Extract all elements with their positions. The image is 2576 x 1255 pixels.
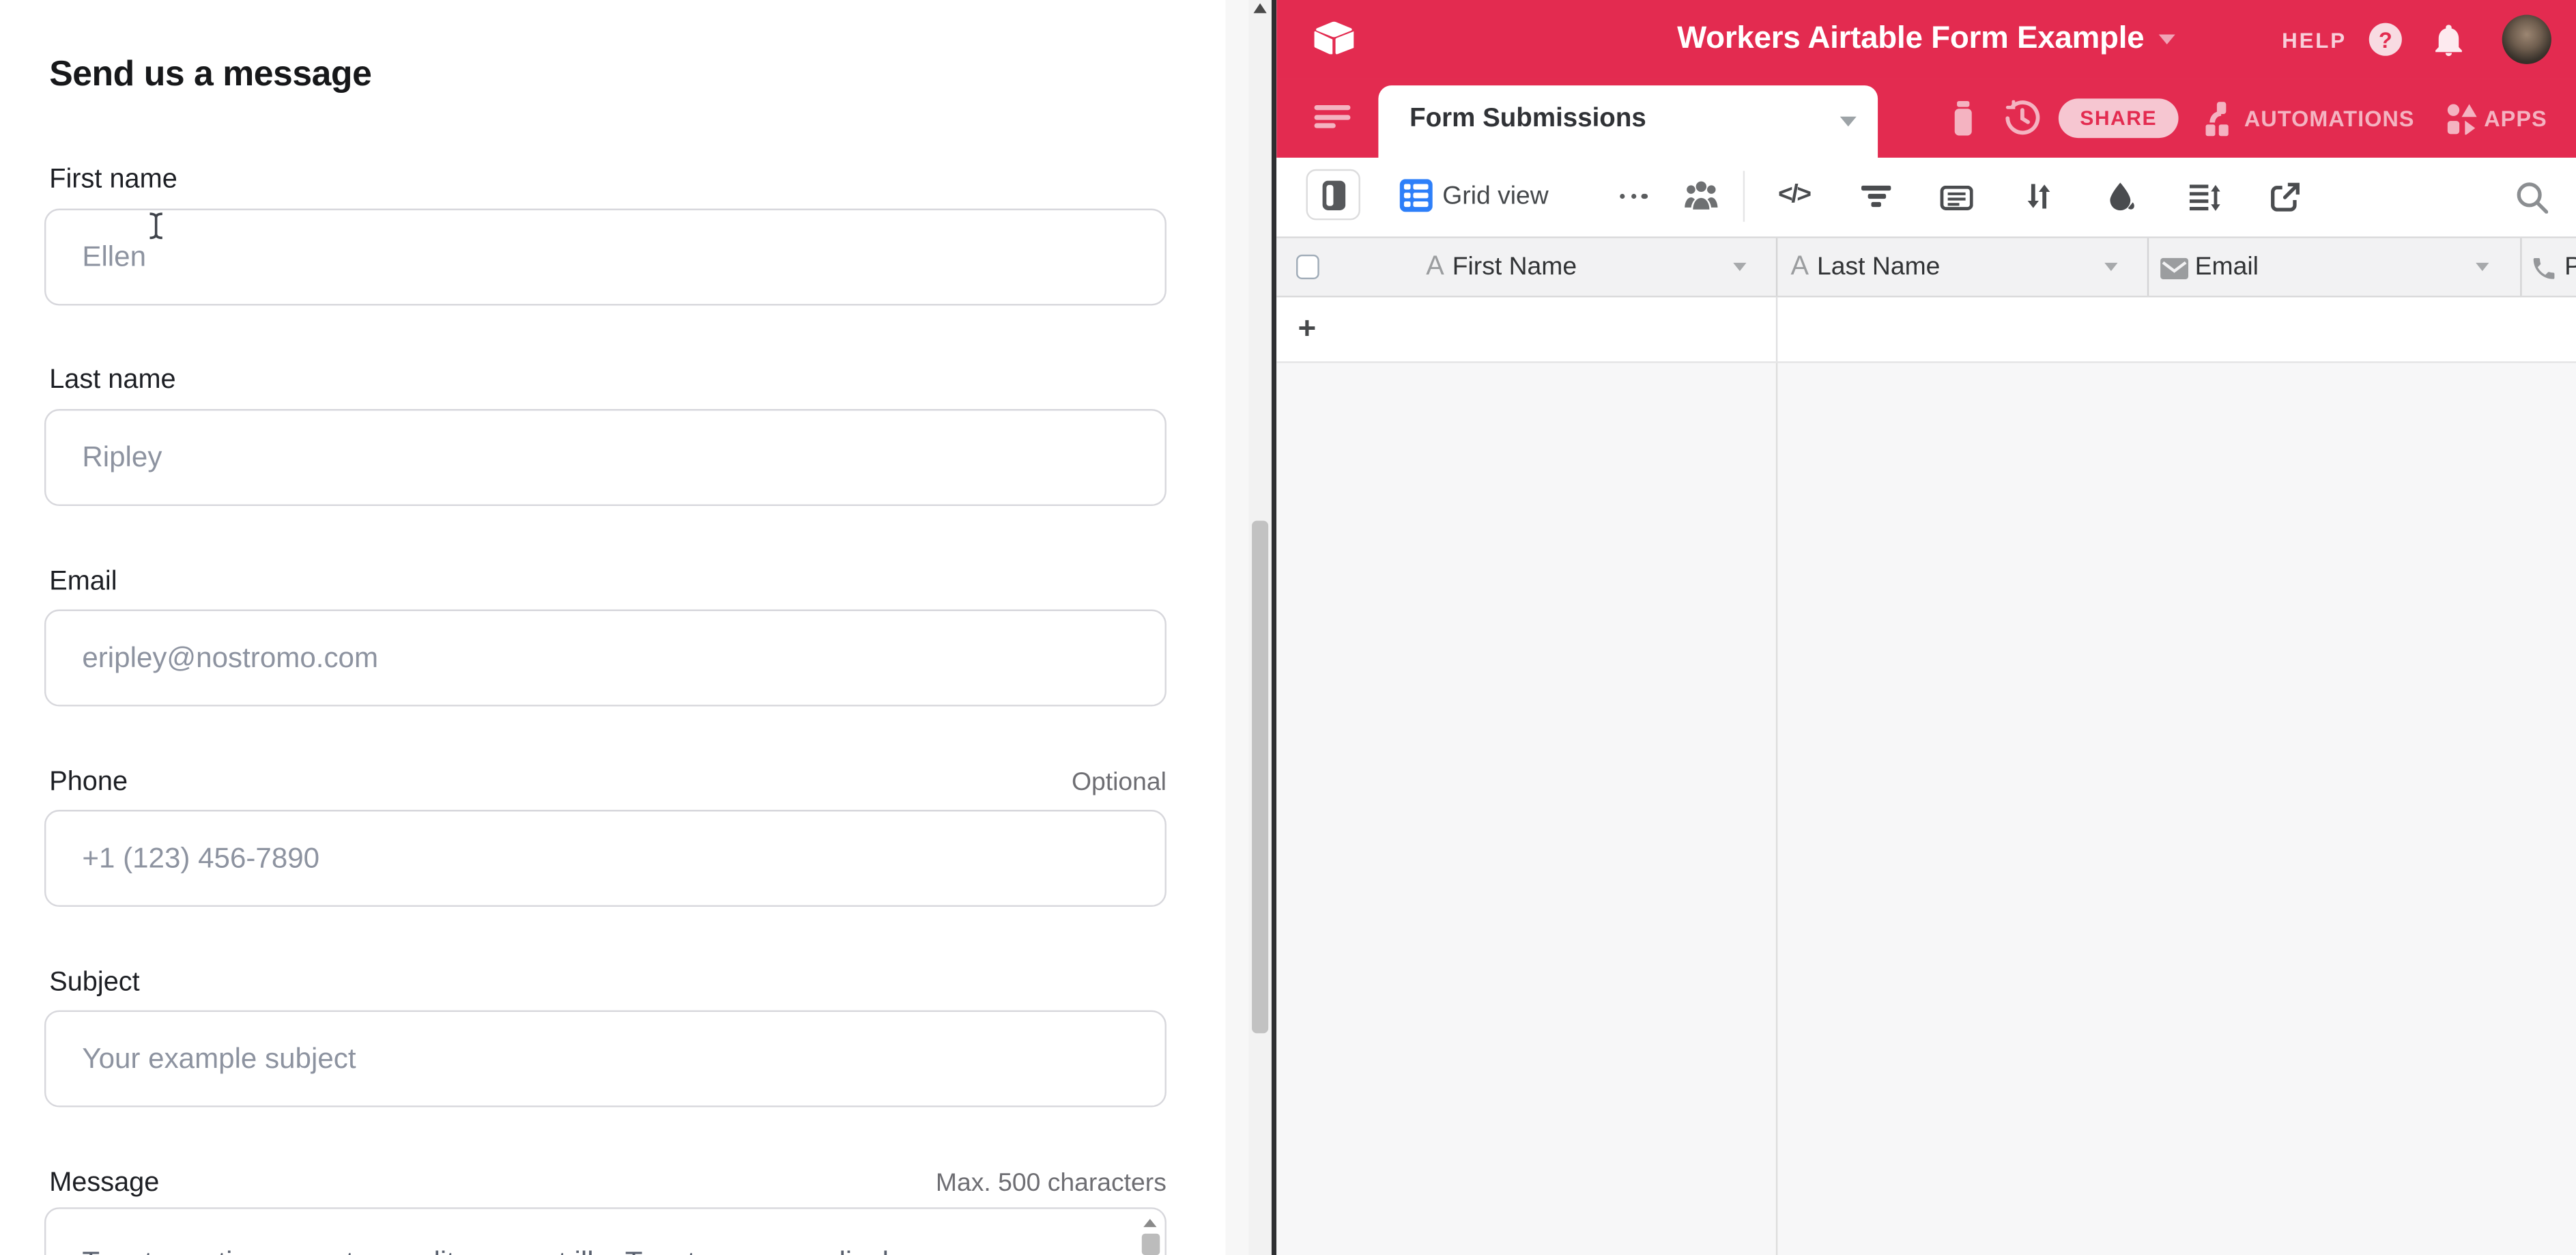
toolbar-divider [1743, 171, 1745, 222]
table-tab-form-submissions[interactable]: Form Submissions [1378, 85, 1878, 158]
views-sidebar-toggle-button[interactable] [1306, 169, 1360, 221]
notifications-bell-icon[interactable] [2431, 20, 2466, 58]
apps-icon[interactable] [2446, 102, 2478, 134]
page-scroll-up-icon[interactable] [1253, 3, 1266, 13]
filter-icon[interactable] [1861, 185, 1891, 207]
phone-label: Phone [49, 767, 128, 799]
page-scrollbar-thumb[interactable] [1251, 521, 1268, 1034]
column-name: P [2564, 253, 2576, 282]
textarea-scroll-thumb[interactable] [1142, 1234, 1160, 1255]
search-icon[interactable] [2515, 180, 2548, 212]
column-name: Last Name [1817, 253, 1940, 282]
message-textarea[interactable]: Tenetur optio quaerat expedita vero et i… [44, 1207, 1167, 1255]
user-avatar[interactable] [2502, 15, 2551, 64]
column-caret-icon[interactable] [2104, 263, 2117, 271]
email-label: Email [49, 567, 117, 598]
automations-robot-icon[interactable] [2205, 101, 2237, 136]
text-field-type-icon: A [1791, 251, 1809, 282]
last-name-input[interactable] [44, 409, 1167, 506]
grid-header-row: A First Name A Last Name Email [1276, 236, 2576, 297]
contact-form-pane: Send us a message First name Last name E… [0, 0, 1226, 1255]
airtable-topbar: Workers Airtable Form Example HELP ? [1276, 0, 2576, 79]
message-max-helper: Max. 500 characters [936, 1170, 1167, 1199]
screen: Send us a message First name Last name E… [0, 0, 2576, 1255]
automations-button[interactable]: AUTOMATIONS [2244, 107, 2415, 131]
phone-optional-helper: Optional [1072, 769, 1167, 798]
add-record-row[interactable]: + [1276, 297, 2576, 363]
view-toolbar: Grid view </> [1276, 158, 2576, 236]
message-label: Message [49, 1168, 159, 1200]
first-name-input[interactable] [44, 209, 1167, 306]
history-icon[interactable] [2004, 100, 2040, 137]
last-name-label: Last name [49, 365, 175, 396]
column-name: First Name [1452, 253, 1577, 282]
frozen-column-separator [1776, 363, 1777, 1255]
share-button[interactable]: SHARE [2059, 98, 2179, 138]
table-tab-label: Form Submissions [1409, 104, 1646, 134]
frozen-column-separator [1776, 297, 1777, 361]
column-caret-icon[interactable] [2476, 263, 2489, 271]
hide-fields-icon[interactable]: </> [1768, 181, 1820, 210]
select-all-checkbox[interactable] [1296, 254, 1318, 279]
column-name: Email [2195, 253, 2259, 282]
subject-label: Subject [49, 968, 139, 999]
window-divider[interactable] [1271, 0, 1276, 1255]
color-icon[interactable] [2106, 181, 2138, 212]
airtable-pane: Workers Airtable Form Example HELP ? For… [1276, 0, 2576, 1255]
base-title-text[interactable]: Workers Airtable Form Example [1677, 20, 2144, 55]
collaborators-icon[interactable] [1684, 179, 1719, 212]
view-name-label[interactable]: Grid view [1442, 182, 1549, 211]
add-record-plus-icon[interactable]: + [1298, 297, 1316, 361]
share-view-icon[interactable] [2270, 182, 2300, 211]
phone-input[interactable] [44, 810, 1167, 907]
apps-button[interactable]: APPS [2484, 107, 2547, 131]
column-separator [2147, 238, 2149, 296]
column-caret-icon[interactable] [1733, 263, 1746, 271]
page-gutter [1226, 0, 1249, 1255]
phone-field-type-icon [2530, 254, 2558, 282]
airtable-table-tabs-row: Form Submissions SHARE AUTOMATIONS [1276, 79, 2576, 157]
group-icon[interactable] [1941, 186, 1973, 210]
grid-body [1276, 363, 2576, 1255]
text-field-type-icon: A [1426, 251, 1444, 282]
row-height-icon[interactable] [2188, 183, 2221, 211]
column-separator [1776, 238, 1777, 296]
help-button[interactable]: HELP [2282, 28, 2358, 53]
sidebar-toggle-icon [1321, 180, 1345, 209]
view-options-ellipsis-icon[interactable] [1620, 194, 1647, 199]
email-input[interactable] [44, 610, 1167, 707]
email-field-type-icon [2160, 257, 2188, 279]
subject-input[interactable] [44, 1011, 1167, 1108]
sort-icon[interactable] [2026, 181, 2052, 212]
form-title: Send us a message [49, 54, 371, 95]
table-tab-caret-icon[interactable] [1840, 117, 1857, 126]
column-separator [2520, 238, 2521, 296]
trash-icon[interactable] [1950, 100, 1977, 137]
first-name-label: First name [49, 165, 177, 196]
textarea-scroll-up-icon[interactable] [1143, 1219, 1156, 1227]
grid-view-icon[interactable] [1400, 179, 1433, 212]
text-cursor-icon [148, 212, 164, 240]
base-title-caret-icon[interactable] [2159, 33, 2175, 43]
help-question-icon[interactable]: ? [2369, 23, 2402, 56]
